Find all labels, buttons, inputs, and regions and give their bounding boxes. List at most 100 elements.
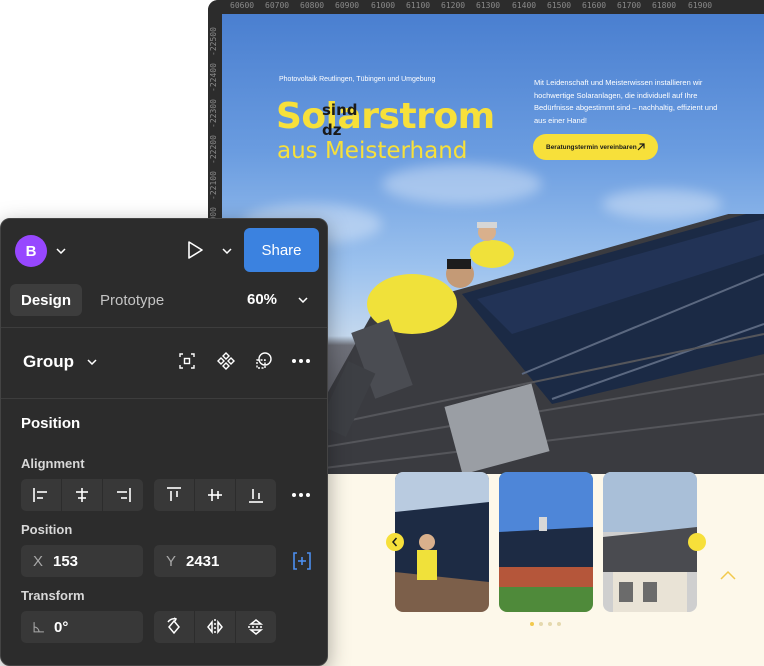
ruler-tick: 61800 [652, 1, 677, 10]
section-heading-line: dz [322, 121, 342, 139]
section-heading: sind dz [322, 100, 358, 140]
chevron-down-icon[interactable] [56, 248, 66, 254]
avatar[interactable]: B [15, 235, 47, 267]
ruler-top: 60600 60700 60800 60900 61000 61100 6120… [208, 0, 764, 15]
horizontal-alignment-group [21, 479, 143, 511]
cta-label: Beratungstermin vereinbaren [546, 143, 637, 151]
position-label: Position [21, 522, 73, 537]
ruler-tick: 60800 [300, 1, 325, 10]
reference-photo [499, 472, 593, 612]
ruler-tick: 61500 [547, 1, 572, 10]
ruler-tick: 61300 [476, 1, 501, 10]
flip-horizontal-button[interactable] [195, 611, 236, 643]
carousel-next-button[interactable] [688, 533, 706, 551]
ruler-tick: 61200 [441, 1, 466, 10]
more-icon[interactable] [291, 351, 311, 371]
reference-photo [395, 472, 489, 612]
cta-button[interactable]: Beratungstermin vereinbaren [533, 134, 658, 160]
mask-icon[interactable] [254, 351, 274, 371]
y-position-field[interactable]: Y 2431 [154, 545, 276, 577]
x-label: X [33, 552, 44, 570]
hero-subtitle: Photovoltaik Reutlingen, Tübingen und Um… [279, 76, 436, 83]
align-vertical-center-icon [208, 489, 222, 501]
tab-prototype[interactable]: Prototype [89, 284, 175, 316]
transform-actions-group [154, 611, 276, 643]
align-top-button[interactable] [154, 479, 195, 511]
vertical-alignment-group [154, 479, 276, 511]
rotation-icon [33, 622, 44, 633]
flip-horizontal-icon [207, 619, 223, 635]
ruler-tick: -22400 [209, 63, 218, 92]
hero-description: Mit Leidenschaft und Meisterwissen insta… [534, 78, 718, 125]
component-icon[interactable] [216, 351, 236, 371]
ruler-tick: 61900 [688, 1, 713, 10]
carousel-pagination [530, 622, 561, 626]
align-bottom-button[interactable] [236, 479, 276, 511]
pagination-dot[interactable] [557, 622, 561, 626]
align-horizontal-center-button[interactable] [62, 479, 103, 511]
pagination-dot[interactable] [530, 622, 534, 626]
chevron-down-icon[interactable] [87, 359, 97, 365]
ruler-tick: 60600 [230, 1, 255, 10]
hero-title: Solarstrom [276, 96, 495, 137]
layer-type-label[interactable]: Group [23, 352, 74, 372]
align-horizontal-center-icon [76, 488, 88, 502]
chevron-left-icon [392, 537, 398, 547]
chevron-up-icon[interactable] [720, 570, 736, 580]
chevron-down-icon[interactable] [222, 248, 232, 254]
align-top-icon [167, 487, 181, 501]
reference-photo [603, 472, 697, 612]
zoom-level[interactable]: 60% [247, 291, 277, 308]
rotate-90-button[interactable] [154, 611, 195, 643]
rotation-value[interactable]: 0° [54, 619, 68, 636]
tab-design[interactable]: Design [10, 284, 83, 316]
cloud [382, 164, 542, 204]
arrow-up-right-icon [637, 143, 645, 151]
section-heading-line: sind [322, 101, 358, 119]
align-vertical-center-button[interactable] [195, 479, 236, 511]
align-right-button[interactable] [103, 479, 143, 511]
ruler-tick: 61600 [582, 1, 607, 10]
constraints-icon[interactable] [292, 551, 312, 571]
chevron-down-icon[interactable] [298, 297, 308, 303]
y-label: Y [166, 552, 177, 570]
ruler-tick: -22300 [209, 99, 218, 128]
ruler-tick: -22200 [209, 135, 218, 164]
design-panel: B Share Design Prototype 60% Group Posit… [0, 218, 328, 666]
hero-title-secondary: aus Meisterhand [277, 138, 468, 164]
reference-image[interactable] [499, 472, 593, 612]
share-button[interactable]: Share [244, 228, 319, 272]
pagination-dot[interactable] [548, 622, 552, 626]
ruler-tick: -22100 [209, 171, 218, 200]
position-section-title: Position [21, 415, 81, 432]
rotate-icon [167, 617, 180, 635]
rotation-field[interactable]: 0° [21, 611, 143, 643]
align-right-icon [117, 488, 131, 502]
select-matching-layers-icon[interactable] [177, 351, 197, 371]
flip-vertical-button[interactable] [236, 611, 276, 643]
ruler-tick: 60700 [265, 1, 290, 10]
flip-vertical-icon [248, 619, 264, 635]
pagination-dot[interactable] [539, 622, 543, 626]
reference-image[interactable] [395, 472, 489, 612]
ruler-tick: 60900 [335, 1, 360, 10]
alignment-label: Alignment [21, 456, 85, 471]
ruler-tick: 61000 [371, 1, 396, 10]
ruler-tick: 61700 [617, 1, 642, 10]
divider [1, 327, 327, 328]
carousel-prev-button[interactable] [386, 533, 404, 551]
x-value[interactable]: 153 [53, 553, 78, 570]
align-bottom-icon [249, 489, 263, 503]
align-left-icon [33, 488, 47, 502]
ruler-tick: 61100 [406, 1, 431, 10]
reference-image[interactable] [603, 472, 697, 612]
divider [1, 398, 327, 399]
more-icon[interactable] [291, 485, 311, 505]
x-position-field[interactable]: X 153 [21, 545, 143, 577]
ruler-tick: -22500 [209, 27, 218, 56]
play-icon[interactable] [184, 239, 206, 261]
align-left-button[interactable] [21, 479, 62, 511]
y-value[interactable]: 2431 [186, 553, 219, 570]
ruler-tick: 61400 [512, 1, 537, 10]
transform-label: Transform [21, 588, 85, 603]
